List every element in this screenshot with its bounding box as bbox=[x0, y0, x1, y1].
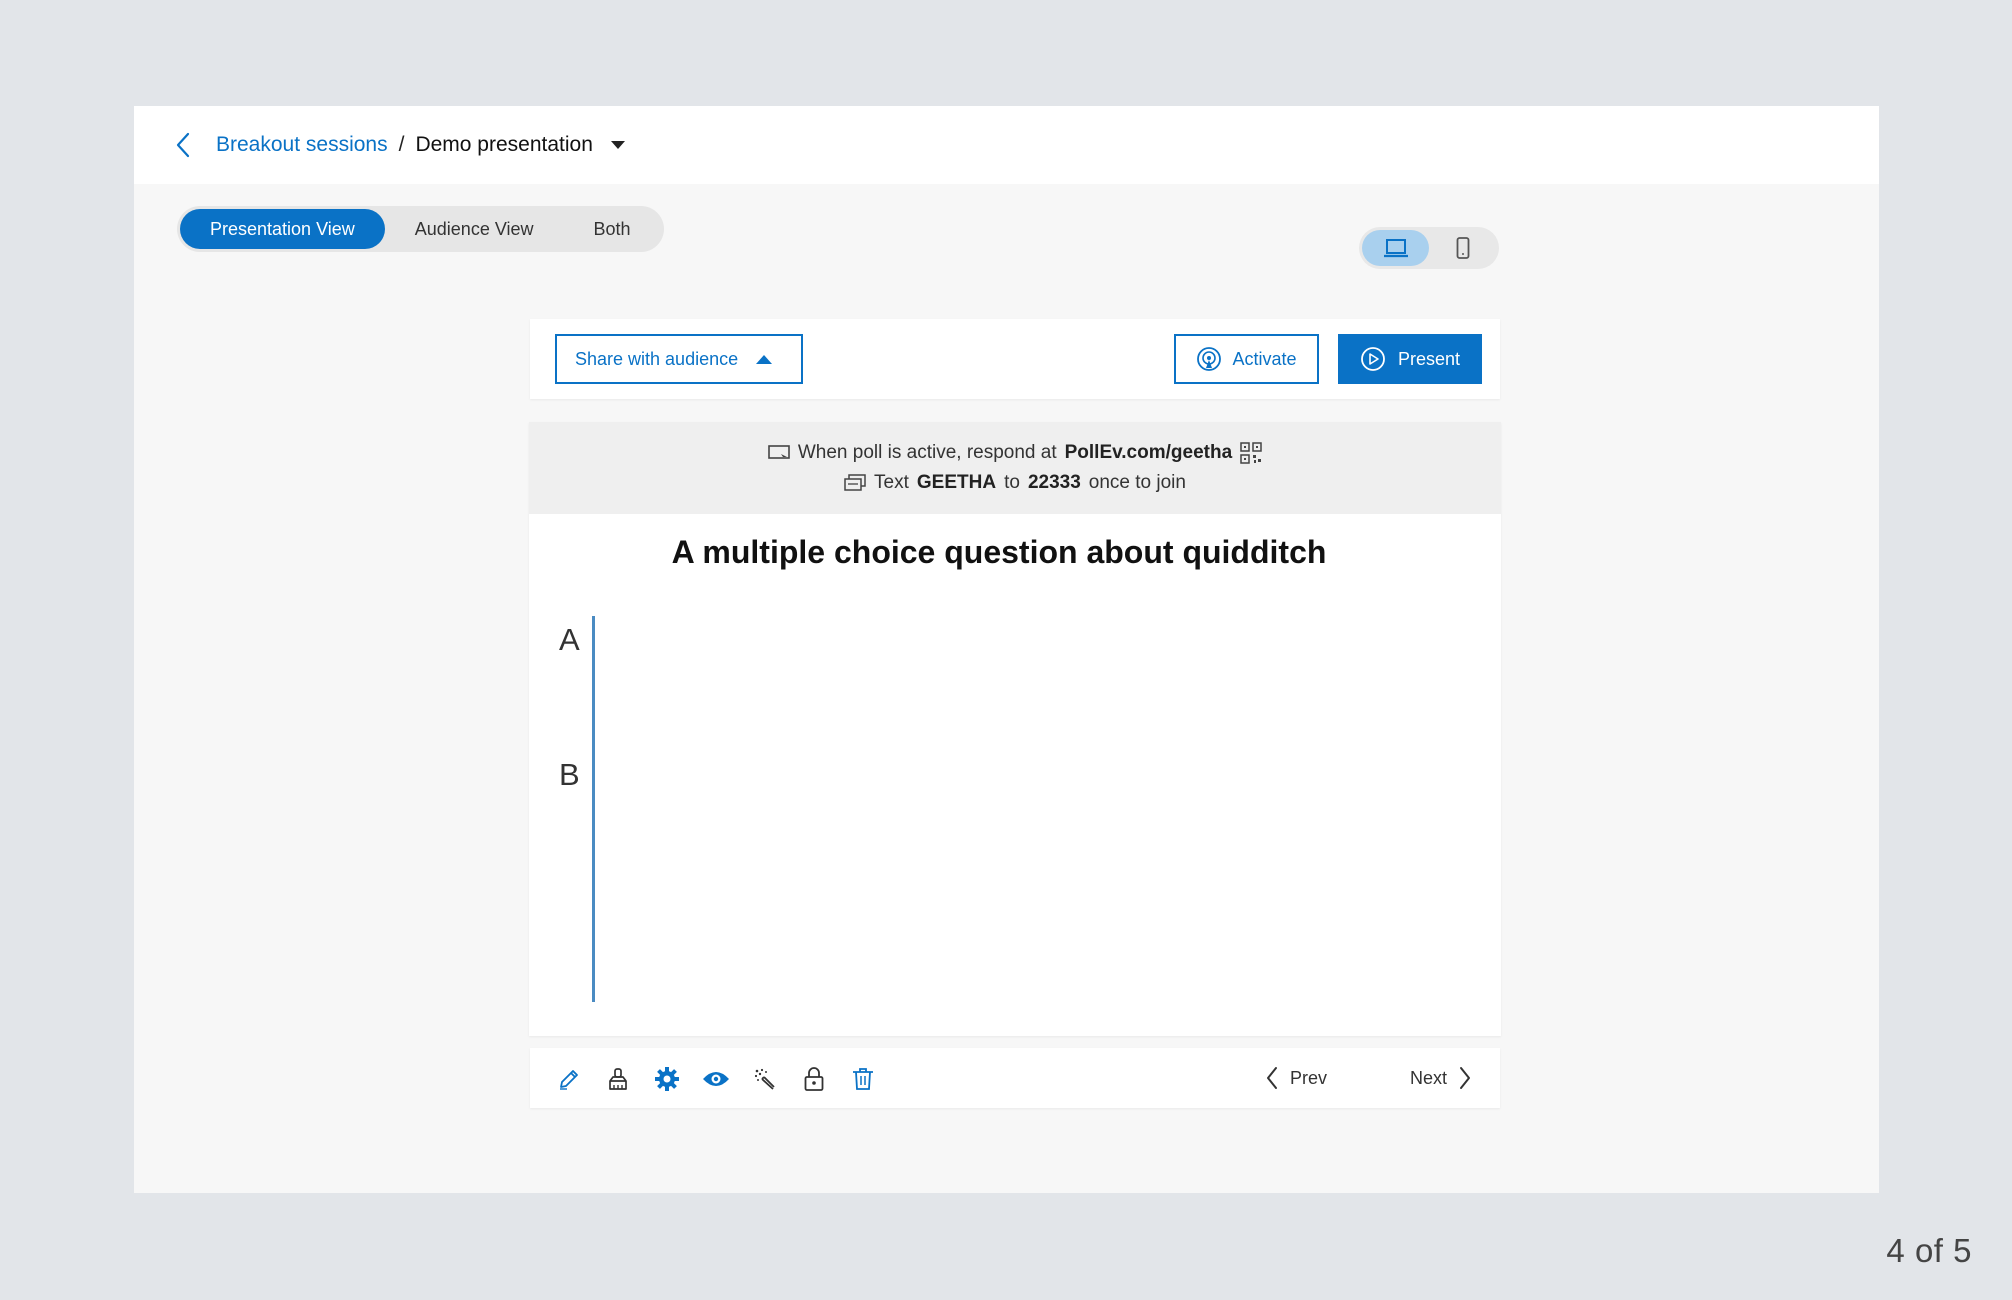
share-with-audience-button[interactable]: Share with audience bbox=[555, 334, 803, 384]
chart-category-label-a: A bbox=[559, 622, 580, 657]
chart-axis-line bbox=[592, 616, 595, 1002]
prev-button-label: Prev bbox=[1290, 1067, 1328, 1088]
next-button-label: Next bbox=[1410, 1067, 1448, 1088]
back-chevron-icon[interactable] bbox=[176, 132, 198, 158]
caret-up-icon bbox=[756, 354, 773, 364]
activate-button[interactable]: Activate bbox=[1174, 334, 1319, 384]
laptop-preview-button[interactable] bbox=[1362, 230, 1429, 266]
chevron-right-icon bbox=[1460, 1067, 1471, 1089]
banner-sms-line: Text GEETHA to 22333 once to join bbox=[844, 472, 1186, 494]
banner-web-prefix: When poll is active, respond at bbox=[797, 442, 1057, 463]
screen-icon bbox=[768, 445, 790, 460]
question-title: A multiple choice question about quiddit… bbox=[671, 534, 1327, 570]
banner-sms-code: GEETHA bbox=[916, 472, 997, 493]
chevron-left-icon bbox=[1267, 1067, 1277, 1089]
paint-brush-icon[interactable] bbox=[604, 1065, 632, 1093]
chevron-down-icon[interactable] bbox=[610, 140, 625, 150]
banner-sms-suffix: once to join bbox=[1088, 472, 1186, 493]
pencil-icon[interactable] bbox=[555, 1065, 583, 1093]
present-button[interactable]: Present bbox=[1338, 334, 1482, 384]
share-button-label: Share with audience bbox=[575, 348, 739, 369]
eye-icon[interactable] bbox=[702, 1065, 730, 1093]
breadcrumb-current-page: Demo presentation bbox=[415, 133, 593, 156]
banner-sms-number: 22333 bbox=[1027, 472, 1081, 493]
header-bar: Breakout sessions / Demo presentation bbox=[134, 106, 1879, 184]
mobile-preview-button[interactable] bbox=[1429, 230, 1496, 266]
chart-category-label-b: B bbox=[559, 757, 580, 792]
play-circle-icon bbox=[1361, 347, 1385, 371]
banner-web-line: When poll is active, respond at PollEv.c… bbox=[768, 442, 1262, 464]
banner-sms-mid: to bbox=[1004, 472, 1020, 493]
laptop-icon bbox=[1383, 239, 1408, 258]
activate-button-label: Activate bbox=[1232, 348, 1297, 369]
banner-sms-prefix: Text bbox=[874, 472, 909, 493]
slide-actions-bar: Prev Next bbox=[530, 1048, 1500, 1108]
tab-presentation-view[interactable]: Presentation View bbox=[180, 209, 385, 249]
mobile-icon bbox=[1456, 237, 1469, 259]
present-button-label: Present bbox=[1397, 348, 1461, 369]
clear-responses-icon[interactable] bbox=[751, 1065, 779, 1093]
banner-url: PollEv.com/geetha bbox=[1064, 442, 1233, 463]
qr-code-icon bbox=[1240, 442, 1262, 464]
poll-slide: When poll is active, respond at PollEv.c… bbox=[529, 422, 1501, 1036]
breadcrumb-parent-link[interactable]: Breakout sessions bbox=[216, 133, 388, 157]
trash-icon[interactable] bbox=[849, 1065, 877, 1093]
response-instructions-banner: When poll is active, respond at PollEv.c… bbox=[529, 422, 1501, 514]
message-icon bbox=[844, 474, 866, 491]
broadcast-icon bbox=[1197, 347, 1222, 371]
tab-both[interactable]: Both bbox=[564, 209, 661, 249]
breadcrumb-separator: / bbox=[398, 133, 405, 156]
device-preview-toggle bbox=[1359, 227, 1499, 269]
page-counter: 4 of 5 bbox=[1886, 1232, 1972, 1269]
tab-audience-view[interactable]: Audience View bbox=[385, 209, 564, 249]
lock-icon[interactable] bbox=[800, 1065, 828, 1093]
poll-toolbar: Share with audience Activate Present bbox=[530, 319, 1500, 399]
view-mode-toggle: Presentation View Audience View Both bbox=[177, 206, 664, 252]
app-window: Breakout sessions / Demo presentation Pr… bbox=[134, 106, 1879, 1193]
next-button[interactable]: Next bbox=[1410, 1060, 1471, 1096]
gear-icon[interactable] bbox=[653, 1065, 681, 1093]
prev-button[interactable]: Prev bbox=[1266, 1060, 1327, 1096]
